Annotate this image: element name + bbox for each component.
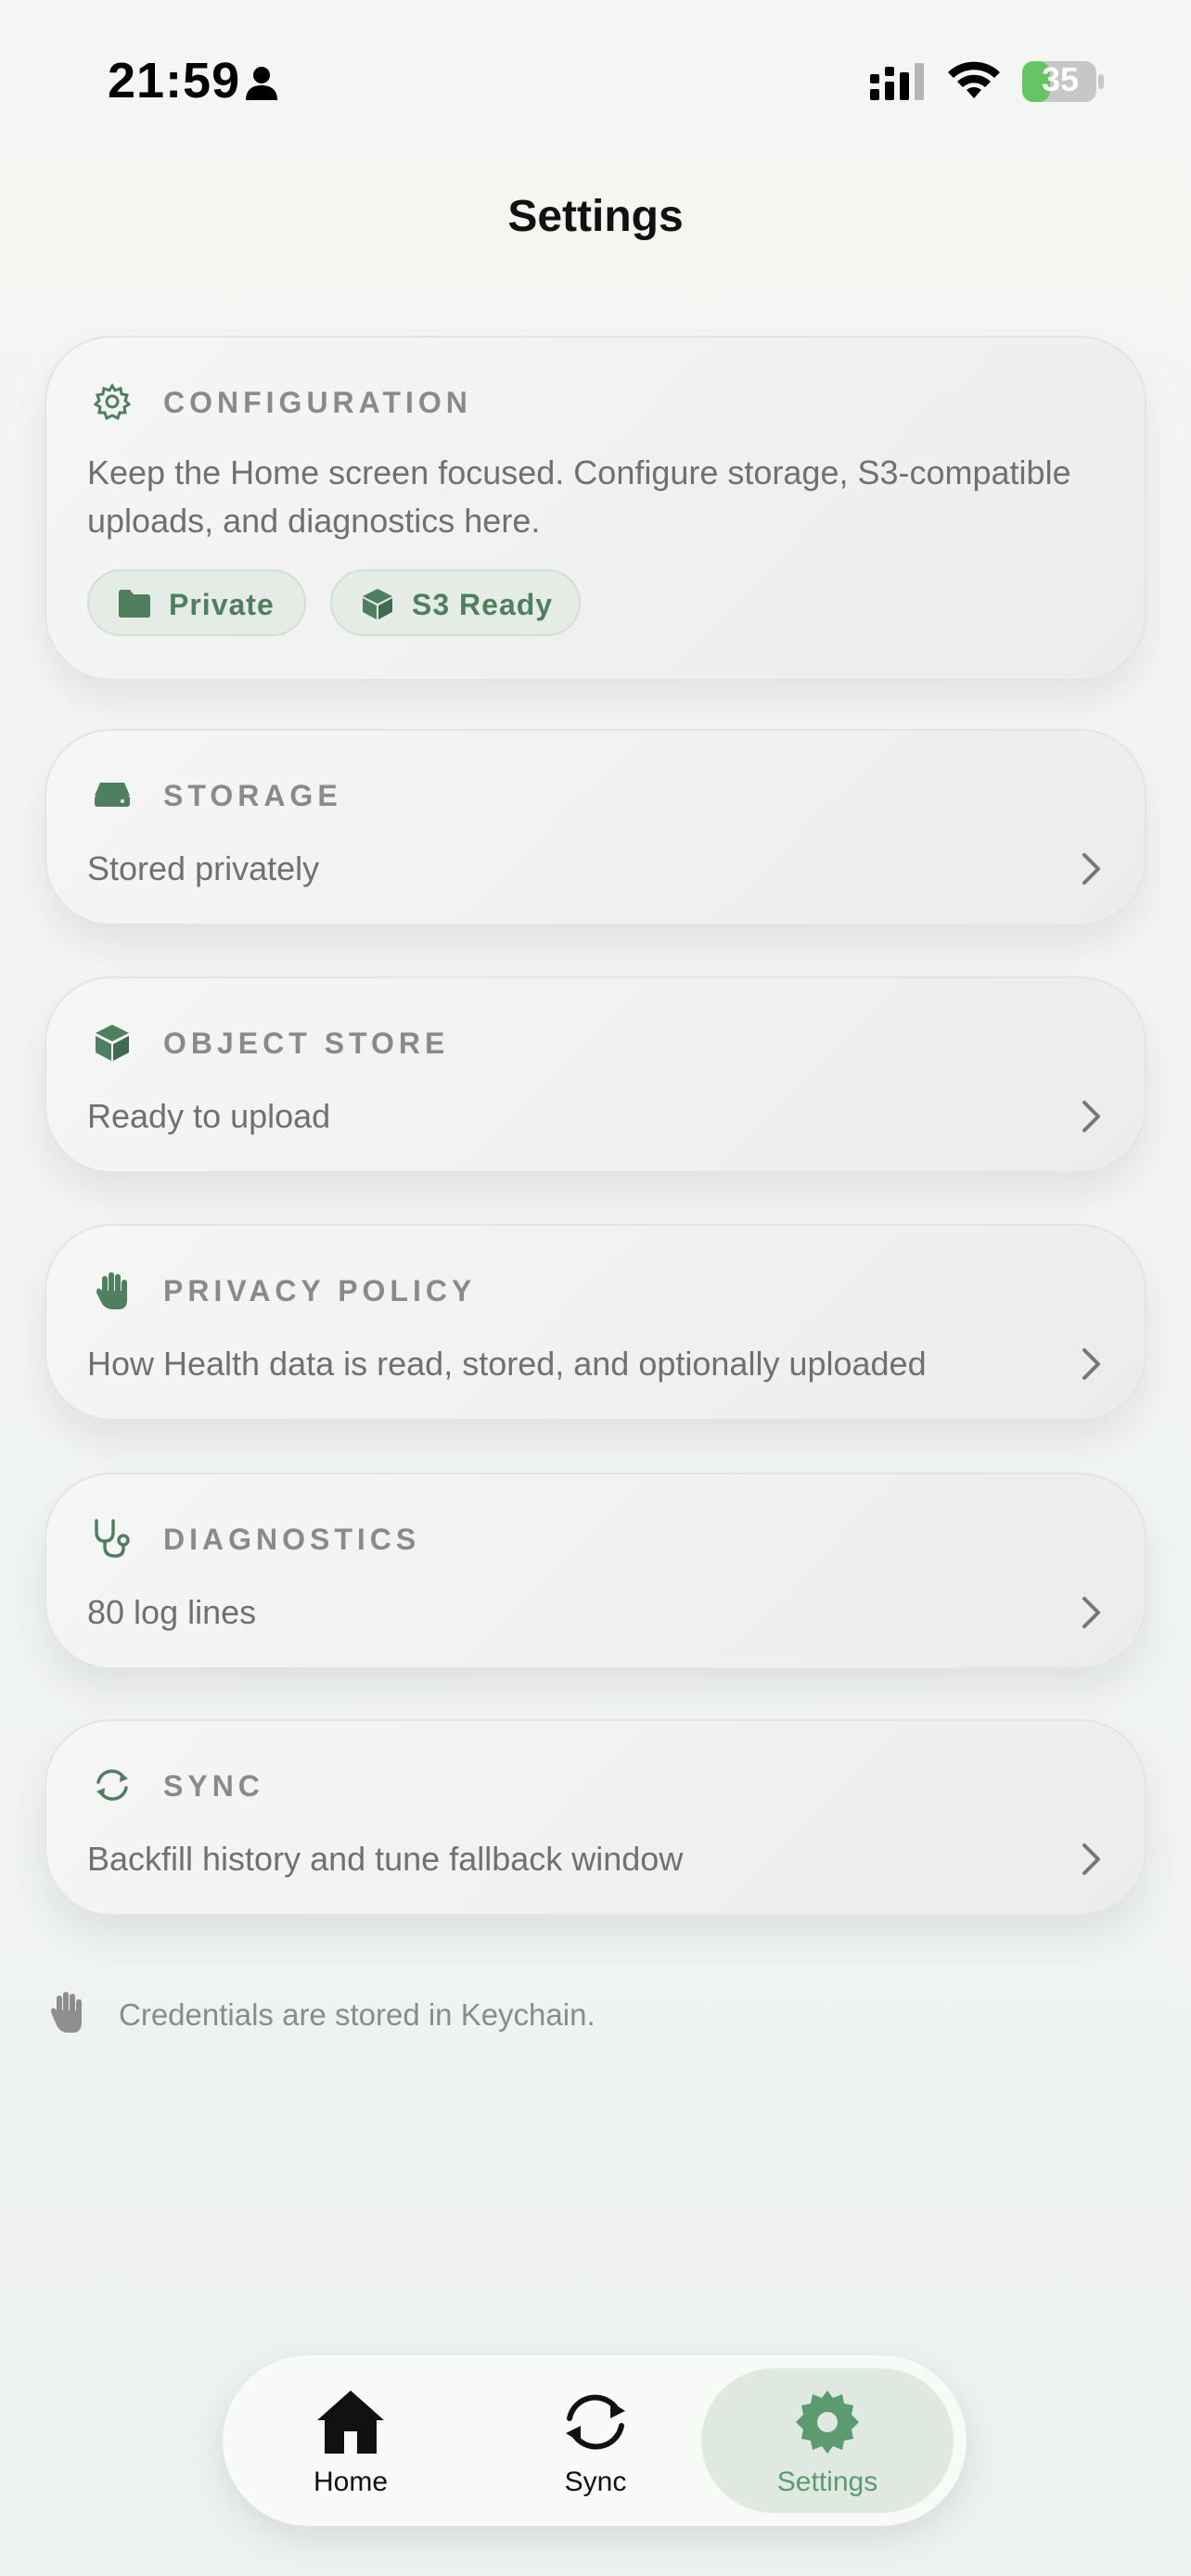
tab-home[interactable]: Home [224,2368,477,2513]
tab-bar: Home Sync Settings [223,2355,967,2526]
hand-icon [51,1992,82,2033]
cube-icon [96,1025,129,1061]
tab-home-label: Home [313,2467,389,2497]
sync-icon [96,1769,128,1801]
object-store-card[interactable]: OBJECT STORE Ready to upload [45,976,1146,1173]
stethoscope-icon [95,1519,130,1558]
privacy-policy-card[interactable]: PRIVACY POLICY How Health data is read, … [45,1224,1146,1421]
chevron-right-icon [1082,1597,1100,1628]
drive-icon [95,783,130,807]
status-bar: 21:59 35 [0,0,1191,167]
chip-private-label: Private [169,588,275,621]
chevron-right-icon [1082,1843,1100,1875]
chevron-right-icon [1082,853,1100,885]
storage-heading: STORAGE [163,779,342,812]
object-store-heading: OBJECT STORE [163,1027,450,1060]
privacy-policy-subtitle: How Health data is read, stored, and opt… [87,1345,927,1383]
tab-sync-label: Sync [564,2467,627,2497]
cellular-signal-icon [870,63,924,100]
object-store-subtitle: Ready to upload [87,1097,331,1135]
diagnostics-card[interactable]: DIAGNOSTICS 80 log lines [45,1473,1146,1669]
sync-card[interactable]: SYNC Backfill history and tune fallback … [45,1719,1146,1916]
wifi-icon [948,61,1000,98]
diagnostics-heading: DIAGNOSTICS [163,1523,421,1556]
page-title: Settings [507,192,684,241]
battery-level: 35 [1041,60,1080,98]
diagnostics-subtitle: 80 log lines [87,1593,257,1631]
configuration-heading: CONFIGURATION [163,386,472,419]
tab-settings-label: Settings [776,2467,878,2497]
configuration-description: Keep the Home screen focused. Configure … [87,453,1071,540]
configuration-card: CONFIGURATION Keep the Home screen focus… [45,336,1146,681]
cube-icon [363,589,392,619]
chip-private: Private [87,569,306,636]
storage-subtitle: Stored privately [87,849,320,887]
storage-card[interactable]: STORAGE Stored privately [45,729,1146,925]
person-icon [246,67,277,100]
sync-subtitle: Backfill history and tune fallback windo… [87,1840,684,1878]
credentials-note: Credentials are stored in Keychain. [119,1997,596,2032]
hand-icon [96,1272,127,1309]
tab-settings[interactable]: Settings [701,2368,954,2513]
status-time: 21:59 [108,53,241,108]
home-icon [317,2391,384,2454]
gear-icon [796,2391,859,2454]
chevron-right-icon [1082,1101,1100,1132]
tab-sync[interactable]: Sync [469,2368,722,2513]
chip-s3-ready: S3 Ready [330,569,581,636]
privacy-policy-heading: PRIVACY POLICY [163,1274,477,1307]
sync-heading: SYNC [163,1769,264,1803]
gear-icon [93,383,132,421]
sync-icon [566,2394,625,2450]
chip-s3-ready-label: S3 Ready [412,588,554,621]
chevron-right-icon [1082,1348,1100,1380]
folder-icon [119,590,150,618]
